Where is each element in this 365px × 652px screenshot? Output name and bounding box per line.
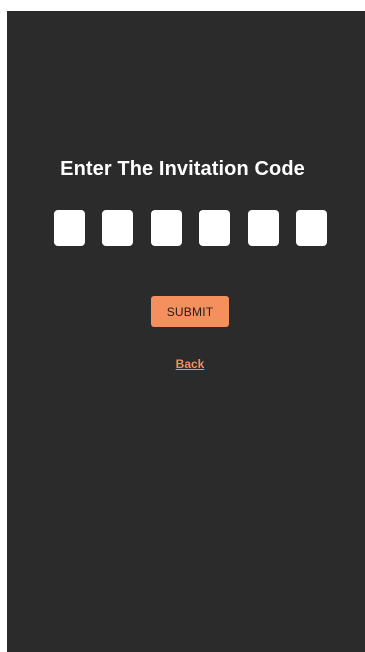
- code-digit-3[interactable]: [151, 210, 182, 246]
- code-digit-6[interactable]: [296, 210, 327, 246]
- page-title: Enter The Invitation Code: [60, 158, 305, 180]
- code-digit-5[interactable]: [248, 210, 279, 246]
- code-digit-2[interactable]: [102, 210, 133, 246]
- back-link[interactable]: Back: [0, 357, 365, 371]
- code-digit-4[interactable]: [199, 210, 230, 246]
- code-digit-1[interactable]: [54, 210, 85, 246]
- submit-button[interactable]: SUBMIT: [151, 296, 229, 327]
- invitation-screen: [7, 11, 365, 652]
- invitation-code-inputs: [54, 210, 327, 246]
